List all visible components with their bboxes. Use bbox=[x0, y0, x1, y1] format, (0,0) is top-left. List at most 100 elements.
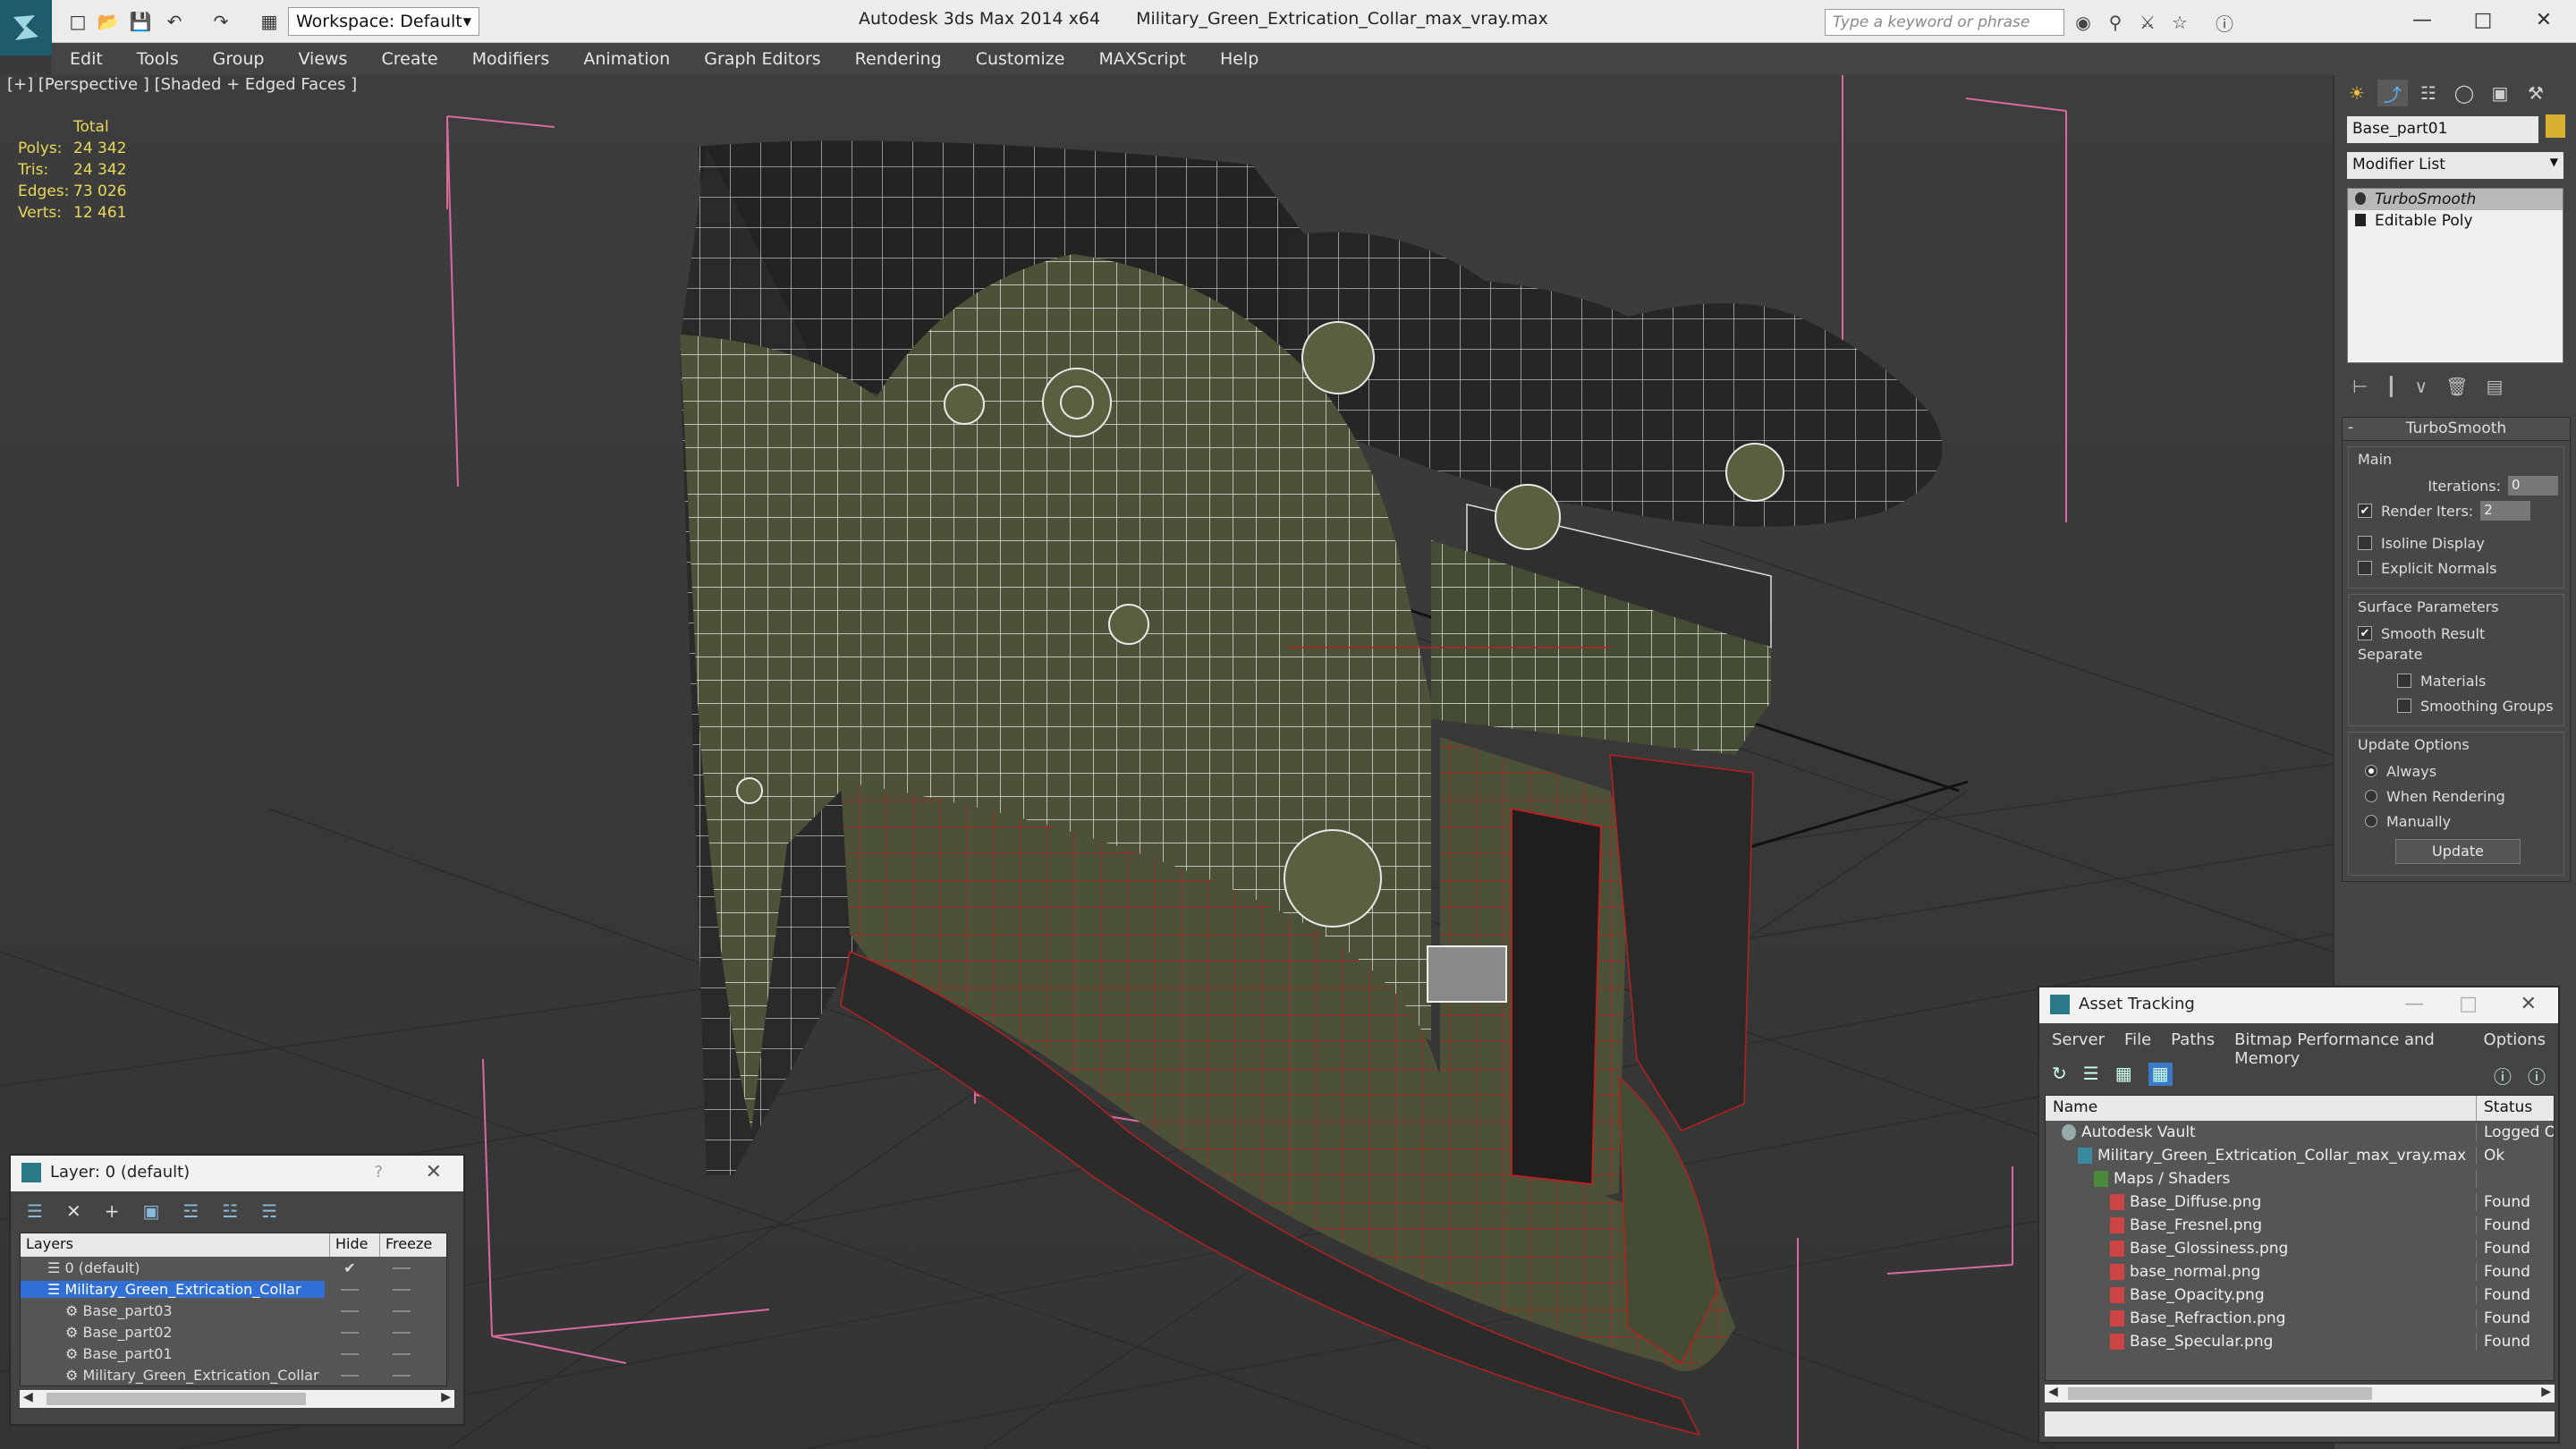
subscription-icon[interactable]: ⚔ bbox=[2136, 11, 2159, 34]
utilities-tab-icon[interactable]: ⚒ bbox=[2521, 80, 2551, 106]
col-layers[interactable]: Layers bbox=[21, 1233, 330, 1257]
select-objects-icon[interactable]: ▣ bbox=[142, 1200, 159, 1222]
help-button[interactable]: ? bbox=[374, 1163, 383, 1182]
menu-customize[interactable]: Customize bbox=[976, 49, 1065, 69]
materials-checkbox[interactable] bbox=[2397, 674, 2411, 688]
always-radio[interactable] bbox=[2365, 765, 2377, 777]
delete-layer-icon[interactable]: ✕ bbox=[66, 1200, 81, 1222]
minimize-button[interactable]: — bbox=[2390, 0, 2454, 39]
asset-dialog-titlebar[interactable]: Asset Tracking — □ ✕ bbox=[2039, 987, 2558, 1023]
favorites-star-icon[interactable]: ☆ bbox=[2168, 11, 2191, 34]
asset-row[interactable]: Maps / Shaders bbox=[2046, 1167, 2554, 1191]
stack-item-turbosmooth[interactable]: TurboSmooth bbox=[2348, 189, 2563, 210]
manually-radio[interactable] bbox=[2365, 815, 2377, 827]
when-rendering-radio[interactable] bbox=[2365, 790, 2377, 802]
asset-row[interactable]: Military_Green_Extrication_Collar_max_vr… bbox=[2046, 1144, 2554, 1167]
binoculars-icon[interactable]: ◉ bbox=[2072, 11, 2095, 34]
menu-modifiers[interactable]: Modifiers bbox=[472, 49, 550, 69]
asset-menu-bitmap[interactable]: Bitmap Performance and Memory bbox=[2234, 1030, 2463, 1068]
make-unique-icon[interactable]: ∨ bbox=[2414, 376, 2428, 397]
search-input[interactable]: Type a keyword or phrase bbox=[1825, 9, 2064, 36]
close-button[interactable]: ✕ bbox=[2512, 0, 2576, 39]
menu-help[interactable]: Help bbox=[1220, 49, 1258, 69]
new-file-icon[interactable]: □ bbox=[64, 9, 91, 34]
asset-row[interactable]: Base_Specular.png Found bbox=[2046, 1330, 2554, 1353]
thumbnail-view-icon[interactable]: ▦ bbox=[2115, 1063, 2132, 1086]
update-button[interactable]: Update bbox=[2395, 839, 2521, 864]
col-status[interactable]: Status bbox=[2477, 1096, 2554, 1121]
highlight-layer-icon[interactable]: ☲ bbox=[182, 1200, 199, 1222]
menu-graph-editors[interactable]: Graph Editors bbox=[704, 49, 820, 69]
menu-maxscript[interactable]: MAXScript bbox=[1098, 49, 1186, 69]
maximize-button[interactable]: □ bbox=[2451, 0, 2515, 39]
scroll-thumb[interactable] bbox=[47, 1393, 306, 1405]
lightbulb-icon[interactable] bbox=[2355, 192, 2366, 205]
rollout-header[interactable]: - TurboSmooth bbox=[2343, 418, 2570, 441]
redo-icon[interactable]: ↷ bbox=[208, 9, 234, 34]
display-tab-icon[interactable]: ▣ bbox=[2485, 80, 2515, 106]
configure-sets-icon[interactable]: ▤ bbox=[2487, 376, 2504, 397]
layer-row[interactable]: ⚙ Base_part02 bbox=[21, 1321, 446, 1343]
workspace-select[interactable]: Workspace: Default ▼ bbox=[288, 7, 479, 36]
asset-menu-paths[interactable]: Paths bbox=[2171, 1030, 2215, 1049]
viewport-label[interactable]: [+] [Perspective ] [Shaded + Edged Faces… bbox=[7, 75, 357, 94]
layer-row[interactable]: ⚙ Military_Green_Extrication_Collar bbox=[21, 1364, 446, 1385]
expand-icon[interactable] bbox=[2355, 214, 2366, 226]
asset-row[interactable]: Base_Diffuse.png Found bbox=[2046, 1191, 2554, 1214]
minimize-icon[interactable]: — bbox=[2404, 993, 2424, 1015]
open-file-icon[interactable]: 📂 bbox=[95, 9, 122, 34]
hide-toggle[interactable] bbox=[325, 1281, 375, 1298]
layer-dialog-titlebar[interactable]: Layer: 0 (default) ? ✕ bbox=[11, 1156, 463, 1191]
layer-row[interactable]: ☰ Military_Green_Extrication_Collar bbox=[21, 1278, 446, 1300]
iterations-spinner[interactable]: 0 bbox=[2508, 476, 2558, 496]
undo-icon[interactable]: ↶ bbox=[161, 9, 188, 34]
menu-tools[interactable]: Tools bbox=[137, 49, 179, 69]
asset-menu-server[interactable]: Server bbox=[2052, 1030, 2105, 1049]
asset-menu-options[interactable]: Options bbox=[2484, 1030, 2546, 1049]
menu-rendering[interactable]: Rendering bbox=[855, 49, 942, 69]
layer-row[interactable]: ⚙ Base_part01 bbox=[21, 1343, 446, 1364]
col-hide[interactable]: Hide bbox=[330, 1233, 380, 1257]
help-icon[interactable]: ⓘ bbox=[2494, 1063, 2512, 1088]
menu-views[interactable]: Views bbox=[298, 49, 347, 69]
stack-item-editable-poly[interactable]: Editable Poly bbox=[2348, 210, 2563, 232]
modify-tab-icon[interactable]: ⤴ bbox=[2377, 80, 2408, 106]
smooth-result-checkbox[interactable]: ✔ bbox=[2358, 626, 2372, 640]
refresh-icon[interactable]: ↻ bbox=[2052, 1063, 2067, 1086]
asset-row[interactable]: base_normal.png Found bbox=[2046, 1260, 2554, 1284]
asset-horizontal-scrollbar[interactable]: ◀ ▶ bbox=[2045, 1385, 2555, 1402]
show-end-result-icon[interactable]: ┃ bbox=[2385, 376, 2396, 397]
asset-row[interactable]: Base_Refraction.png Found bbox=[2046, 1307, 2554, 1330]
help-context-icon[interactable]: ⓘ bbox=[2528, 1063, 2546, 1088]
motion-tab-icon[interactable]: ◯ bbox=[2449, 80, 2479, 106]
help-icon[interactable]: ⓘ bbox=[2213, 11, 2236, 35]
menu-animation[interactable]: Animation bbox=[583, 49, 670, 69]
scroll-left-icon[interactable]: ◀ bbox=[23, 1390, 33, 1404]
close-icon[interactable]: ✕ bbox=[426, 1161, 442, 1183]
asset-menu-file[interactable]: File bbox=[2124, 1030, 2151, 1049]
asset-row[interactable]: Autodesk Vault Logged O bbox=[2046, 1121, 2554, 1144]
table-view-icon[interactable]: ▦ bbox=[2148, 1063, 2173, 1086]
render-iters-checkbox[interactable]: ✔ bbox=[2358, 504, 2372, 518]
project-folder-icon[interactable]: ▦ bbox=[256, 9, 283, 34]
create-tab-icon[interactable]: ☀ bbox=[2342, 80, 2372, 106]
menu-create[interactable]: Create bbox=[381, 49, 437, 69]
freeze-all-icon[interactable]: ☴ bbox=[261, 1200, 277, 1222]
app-logo-icon[interactable] bbox=[0, 0, 52, 55]
scroll-left-icon[interactable]: ◀ bbox=[2048, 1385, 2058, 1399]
object-name-field[interactable]: Base_part01 bbox=[2347, 116, 2538, 143]
object-color-swatch[interactable] bbox=[2546, 114, 2565, 138]
list-view-icon[interactable]: ☰ bbox=[2083, 1063, 2099, 1086]
maximize-icon[interactable]: □ bbox=[2459, 993, 2478, 1015]
pin-stack-icon[interactable]: ⊢ bbox=[2352, 376, 2368, 397]
render-iters-spinner[interactable]: 2 bbox=[2480, 501, 2531, 521]
scroll-thumb[interactable] bbox=[2068, 1387, 2372, 1400]
isoline-display-checkbox[interactable] bbox=[2358, 536, 2372, 550]
horizontal-scrollbar[interactable]: ◀ ▶ bbox=[20, 1390, 454, 1408]
save-file-icon[interactable]: 💾 bbox=[127, 9, 154, 34]
layers-icon[interactable]: ☰ bbox=[27, 1200, 43, 1222]
asset-row[interactable]: Base_Opacity.png Found bbox=[2046, 1284, 2554, 1307]
explicit-normals-checkbox[interactable] bbox=[2358, 561, 2372, 575]
menu-edit[interactable]: Edit bbox=[70, 49, 103, 69]
remove-modifier-icon[interactable]: 🗑 bbox=[2445, 376, 2468, 397]
